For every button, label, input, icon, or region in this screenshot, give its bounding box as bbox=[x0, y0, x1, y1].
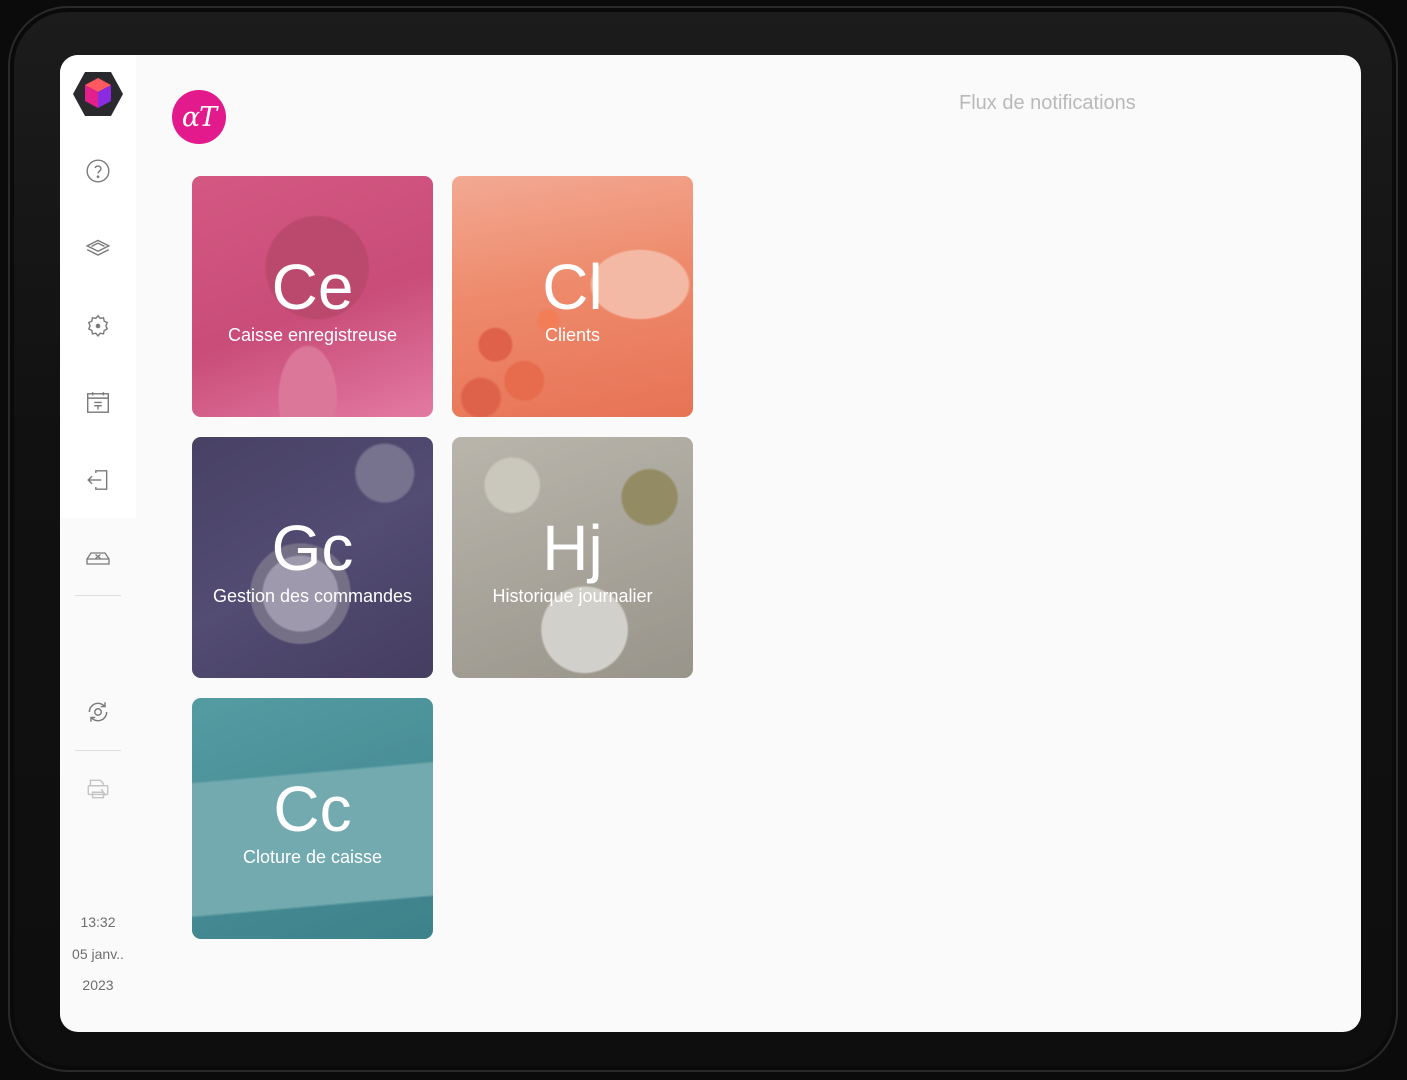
sidebar: 13:32 05 janv.. 2023 bbox=[60, 55, 136, 1032]
notifications-title: Flux de notifications bbox=[959, 92, 1136, 114]
clock-date: 05 janv.. bbox=[72, 946, 124, 962]
sync-button[interactable] bbox=[78, 692, 118, 732]
help-button[interactable] bbox=[78, 151, 118, 191]
calendar-button[interactable] bbox=[78, 383, 118, 423]
tile-abbreviation: Cc bbox=[273, 773, 352, 845]
app-screen: 13:32 05 janv.. 2023 αT Flux de notifica… bbox=[60, 55, 1361, 1032]
logout-button[interactable] bbox=[78, 460, 118, 500]
clock-year: 2023 bbox=[82, 977, 114, 993]
printer-button[interactable] bbox=[78, 769, 118, 809]
tablet-frame: 13:32 05 janv.. 2023 αT Flux de notifica… bbox=[8, 6, 1398, 1072]
layers-button[interactable] bbox=[78, 228, 118, 268]
app-logo-icon[interactable] bbox=[73, 70, 123, 118]
tile-abbreviation: Hj bbox=[542, 512, 603, 584]
sync-icon bbox=[88, 702, 108, 722]
calendar-icon bbox=[87, 392, 109, 413]
tile-abbreviation: Cl bbox=[542, 251, 603, 323]
cash-drawer-icon bbox=[86, 552, 110, 565]
tile-label: Cloture de caisse bbox=[242, 847, 383, 867]
tile-label: Caisse enregistreuse bbox=[227, 325, 398, 345]
sidebar-panel bbox=[60, 55, 136, 518]
sidebar-divider bbox=[75, 750, 121, 751]
tile-cloture-de-caisse[interactable]: Cc Cloture de caisse bbox=[192, 698, 433, 939]
tile-clients[interactable]: Cl Clients bbox=[452, 176, 693, 417]
printer-icon bbox=[87, 779, 109, 799]
logout-icon bbox=[87, 470, 108, 490]
tile-label: Clients bbox=[544, 325, 601, 345]
gear-icon bbox=[87, 314, 109, 337]
help-icon bbox=[86, 159, 110, 183]
tile-abbreviation: Gc bbox=[271, 512, 354, 584]
tile-label: Gestion des commandes bbox=[212, 586, 413, 606]
clock-time: 13:32 bbox=[80, 914, 116, 930]
tile-historique-journalier[interactable]: Hj Historique journalier bbox=[452, 437, 693, 678]
layers-icon bbox=[85, 239, 111, 256]
tile-label: Historique journalier bbox=[492, 586, 653, 606]
settings-button[interactable] bbox=[78, 306, 118, 346]
cash-drawer-button[interactable] bbox=[78, 537, 118, 577]
avatar[interactable]: αT bbox=[172, 90, 226, 144]
tile-abbreviation: Ce bbox=[271, 251, 354, 323]
tile-gestion-des-commandes[interactable]: Gc Gestion des commandes bbox=[192, 437, 433, 678]
tile-caisse-enregistreuse[interactable]: Ce Caisse enregistreuse bbox=[192, 176, 433, 417]
sidebar-divider bbox=[75, 595, 121, 596]
